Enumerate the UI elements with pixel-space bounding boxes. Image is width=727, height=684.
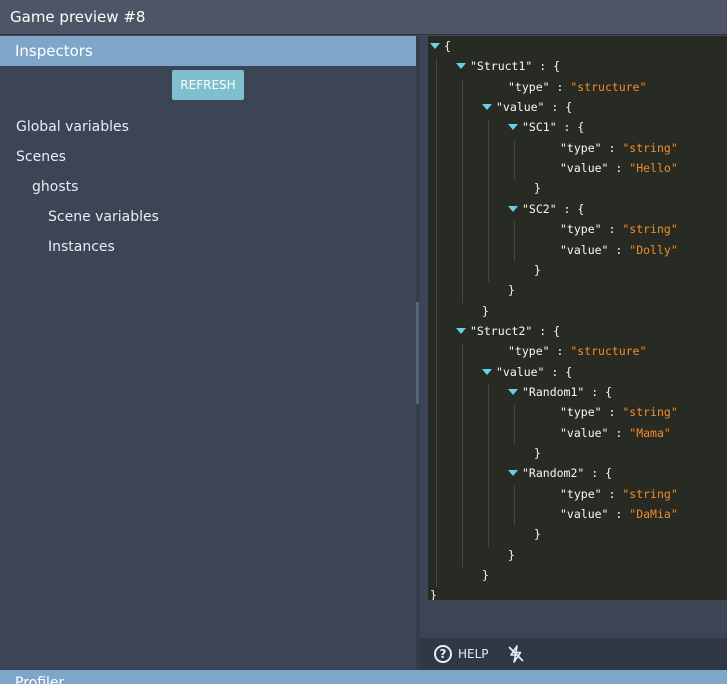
json-node[interactable]: "value" : { xyxy=(482,364,572,380)
json-node[interactable]: { xyxy=(430,38,451,54)
json-line: "type" : "structure" xyxy=(508,79,647,94)
json-string-value: structure xyxy=(577,79,640,94)
json-string-value: Dolly xyxy=(636,242,671,257)
json-node[interactable]: "Struct2" : { xyxy=(456,323,560,339)
caret-down-icon[interactable] xyxy=(430,43,440,49)
json-node[interactable]: "Random1" : { xyxy=(508,384,612,400)
json-string-value: string xyxy=(629,140,671,155)
indent-guide xyxy=(488,383,489,547)
caret-down-icon[interactable] xyxy=(508,470,518,477)
refresh-button[interactable]: REFRESH xyxy=(172,70,244,100)
json-line: "value" : "DaMia" xyxy=(560,507,678,522)
json-line: } xyxy=(534,446,541,460)
inspectors-panel: Inspectors REFRESH Global variables Scene… xyxy=(0,36,416,670)
indent-guide xyxy=(488,119,489,283)
json-line: "value" : "Hello" xyxy=(560,161,678,176)
indent-guide xyxy=(462,343,463,568)
tree-item[interactable]: Instances xyxy=(48,236,115,258)
caret-down-icon[interactable] xyxy=(456,327,466,334)
json-viewer: { "Struct1" : { "type" : "structure" "value… xyxy=(428,36,727,600)
indent-guide xyxy=(514,221,515,262)
inspectors-header[interactable]: Inspectors xyxy=(0,36,416,66)
json-line: "type" : "string" xyxy=(560,140,678,155)
json-node[interactable]: "value" : { xyxy=(482,99,572,115)
tree-item[interactable]: Global variables xyxy=(16,116,129,138)
help-label: HELP xyxy=(458,647,489,661)
caret-down-icon[interactable] xyxy=(482,104,492,111)
json-line: } xyxy=(482,568,489,583)
caret-down-icon[interactable] xyxy=(482,368,492,375)
json-line: "type" : "string" xyxy=(560,405,678,420)
caret-down-icon[interactable] xyxy=(456,63,466,70)
json-gutter xyxy=(420,36,428,600)
json-string-value: DaMia xyxy=(636,507,671,522)
json-string-value: string xyxy=(629,222,671,237)
json-line: } xyxy=(508,547,515,562)
bottom-toolbar: ? HELP xyxy=(420,638,727,670)
tree-item[interactable]: Scenes xyxy=(16,146,66,168)
tree-item[interactable]: ghosts xyxy=(32,176,78,198)
indent-guide xyxy=(436,58,437,588)
json-line: } xyxy=(534,262,541,277)
indent-guide xyxy=(514,404,515,445)
json-node[interactable]: "SC1" : { xyxy=(508,119,584,135)
json-line: "type" : "structure" xyxy=(508,344,647,359)
json-string-value: structure xyxy=(577,344,640,359)
json-node[interactable]: "SC2" : { xyxy=(508,201,584,217)
json-line: } xyxy=(534,527,541,542)
json-viewer-footer-space xyxy=(420,600,727,638)
question-circle-icon: ? xyxy=(434,645,452,663)
json-string-value: string xyxy=(629,486,671,501)
json-line: "value" : "Mama" xyxy=(560,425,671,440)
window-title: Game preview #8 xyxy=(0,0,727,35)
profiler-header[interactable]: Profiler xyxy=(0,670,727,684)
json-node[interactable]: "Random2" : { xyxy=(508,465,612,481)
json-line: } xyxy=(534,181,541,196)
json-line: } xyxy=(508,283,515,298)
indent-guide xyxy=(462,78,463,303)
left-scrollbar-thumb[interactable] xyxy=(416,302,419,404)
json-node[interactable]: "Struct1" : { xyxy=(456,58,560,74)
json-string-value: Hello xyxy=(636,161,671,176)
lightning-off-icon[interactable] xyxy=(507,645,525,663)
caret-down-icon[interactable] xyxy=(508,205,518,212)
json-line: } xyxy=(430,588,437,600)
caret-down-icon[interactable] xyxy=(508,124,518,131)
tree-item[interactable]: Scene variables xyxy=(48,206,159,228)
help-button[interactable]: ? HELP xyxy=(434,645,489,663)
json-line: "type" : "string" xyxy=(560,222,678,237)
indent-guide xyxy=(514,139,515,181)
json-string-value: string xyxy=(629,405,671,420)
json-line: "type" : "string" xyxy=(560,486,678,501)
indent-guide xyxy=(514,485,515,527)
caret-down-icon[interactable] xyxy=(508,388,518,395)
json-string-value: Mama xyxy=(636,425,664,440)
json-line: "value" : "Dolly" xyxy=(560,242,678,257)
json-line: } xyxy=(482,303,489,318)
